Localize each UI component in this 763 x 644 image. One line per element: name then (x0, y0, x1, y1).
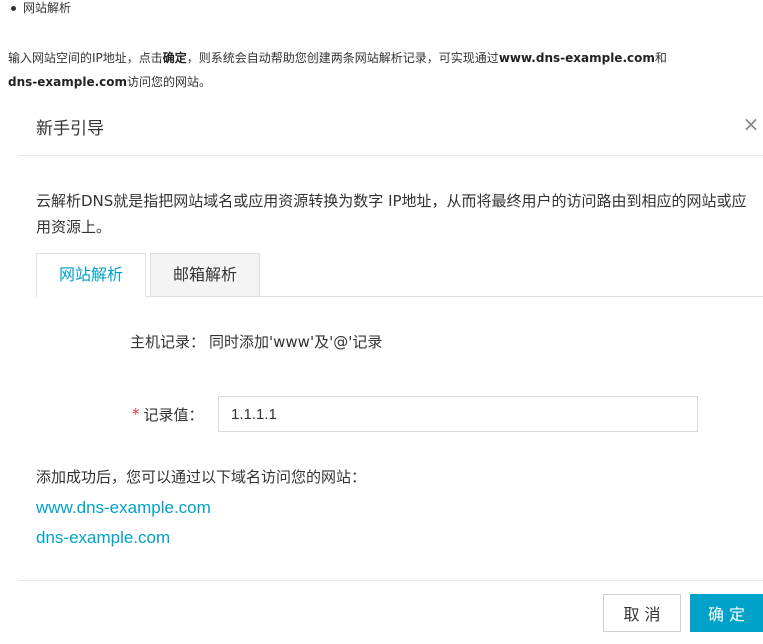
close-icon[interactable]: × (739, 112, 763, 136)
confirm-button[interactable]: 确 定 (690, 594, 763, 632)
intro-text-1: 输入网站空间的IP地址，点击 (8, 51, 163, 65)
record-value-label: 记录值： (143, 405, 204, 424)
section-heading-text: 网站解析 (23, 1, 72, 15)
domain-link-www[interactable]: www.dns-example.com (36, 498, 211, 518)
intro-text-3: 和 (654, 51, 667, 65)
bullet-icon (11, 5, 16, 11)
intro-bold-domain-root: dns-example.com (8, 75, 127, 89)
record-value-input[interactable] (218, 396, 698, 432)
dialog-header: 新手引导 × (18, 100, 763, 156)
cancel-button[interactable]: 取 消 (603, 594, 681, 632)
page-root: 网站解析 输入网站空间的IP地址，点击确定，则系统会自动帮助您创建两条网站解析记… (0, 0, 763, 644)
footer-divider (18, 580, 763, 581)
success-text: 添加成功后，您可以通过以下域名访问您的网站： (36, 468, 367, 486)
tab-website-resolution[interactable]: 网站解析 (36, 253, 146, 298)
tab-mail-resolution[interactable]: 邮箱解析 (150, 253, 260, 297)
intro-bold-domain-www: www.dns-example.com (498, 51, 655, 65)
dialog-description: 云解析DNS就是指把网站域名或应用资源转换为数字 IP地址，从而将最终用户的访问… (36, 192, 747, 236)
intro-text-4: 访问您的网站。 (127, 75, 212, 89)
intro-text-2: ，则系统会自动帮助您创建两条网站解析记录，可实现通过 (186, 51, 499, 65)
host-record-label: 主机记录： (130, 332, 206, 351)
record-value-row: * 记录值： (132, 396, 204, 432)
domain-link-root[interactable]: dns-example.com (36, 528, 170, 548)
host-record-value: 同时添加'www'及'@'记录 (209, 332, 383, 351)
tab-bar: 网站解析 邮箱解析 (36, 253, 763, 298)
required-mark: * (132, 405, 140, 423)
section-heading: 网站解析 (8, 0, 71, 16)
dialog-title: 新手引导 (36, 119, 104, 139)
intro-paragraph: 输入网站空间的IP地址，点击确定，则系统会自动帮助您创建两条网站解析记录，可实现… (8, 46, 763, 94)
host-record-row: 主机记录： 同时添加'www'及'@'记录 (130, 329, 382, 353)
intro-bold-confirm: 确定 (162, 51, 187, 65)
